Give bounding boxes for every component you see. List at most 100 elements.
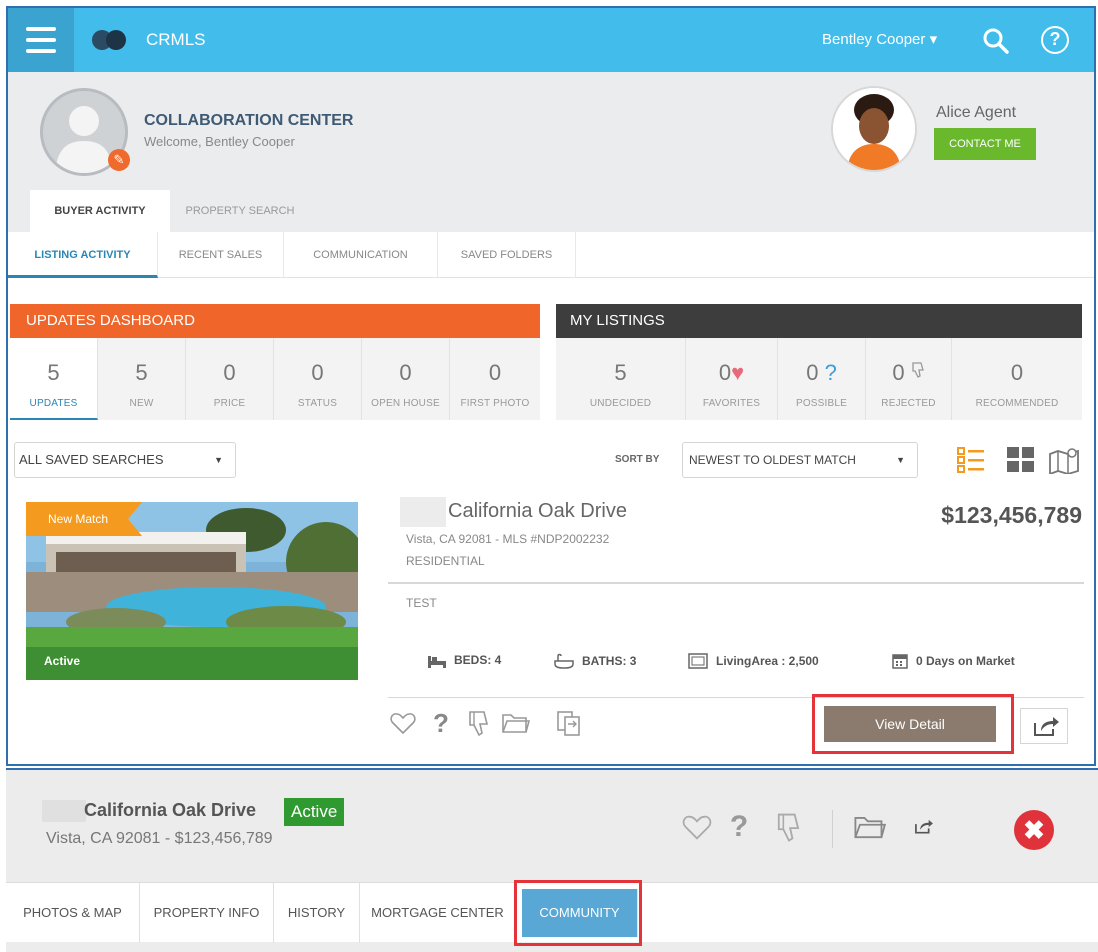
tab-communication[interactable]: COMMUNICATION	[284, 232, 438, 278]
sort-select[interactable]: NEWEST TO OLDEST MATCH ▼	[682, 442, 918, 478]
listing-price: $123,456,789	[941, 502, 1082, 528]
thumbs-down-icon[interactable]	[772, 810, 806, 844]
living-area-value: LivingArea : 2,500	[716, 654, 819, 668]
chevron-down-icon: ▼	[214, 455, 223, 465]
stat-label: REJECTED	[881, 398, 936, 409]
possible-question-icon[interactable]: ?	[426, 708, 456, 738]
tab-history[interactable]: HISTORY	[274, 883, 360, 943]
agent-avatar	[831, 86, 917, 172]
redacted-block	[42, 800, 86, 822]
crm-frame: CRMLS Bentley Cooper ▾ ? ✎ COLLABORATION…	[6, 6, 1096, 766]
stat-new[interactable]: 5 NEW	[98, 338, 186, 420]
grid-view-icon[interactable]	[1006, 446, 1036, 474]
calendar-icon	[892, 654, 908, 669]
listing-city-mls: Vista, CA 92081 - MLS #NDP2002232	[406, 532, 610, 546]
detail-address: California Oak Drive	[84, 800, 257, 820]
updates-dashboard-title: UPDATES DASHBOARD	[10, 304, 540, 338]
folder-icon[interactable]	[500, 708, 531, 738]
sort-label: SORT BY	[615, 454, 660, 465]
menu-icon[interactable]	[8, 8, 74, 72]
stat-label: UPDATES	[29, 398, 78, 409]
stat-favorites[interactable]: 0♥ FAVORITES	[686, 338, 778, 420]
baths-value: BATHS: 3	[582, 654, 637, 668]
stat-label: FIRST PHOTO	[460, 398, 530, 409]
bed-icon	[428, 656, 446, 668]
tab-recent-sales[interactable]: RECENT SALES	[158, 232, 284, 278]
possible-question-icon[interactable]: ?	[722, 810, 756, 844]
map-view-icon[interactable]	[1048, 446, 1080, 476]
heart-icon: ♥	[731, 360, 745, 385]
stat-label: POSSIBLE	[795, 398, 848, 409]
stat-value: 0	[488, 360, 502, 385]
sort-value: NEWEST TO OLDEST MATCH	[689, 453, 856, 467]
top-bar: CRMLS Bentley Cooper ▾ ?	[8, 8, 1094, 72]
share-icon[interactable]	[906, 810, 940, 844]
folder-icon[interactable]	[852, 810, 887, 844]
tab-property-search[interactable]: PROPERTY SEARCH	[170, 190, 310, 232]
saved-searches-value: ALL SAVED SEARCHES	[19, 452, 164, 467]
living-area-feature: LivingArea : 2,500	[688, 653, 819, 669]
question-icon: ?	[824, 360, 837, 385]
stat-first-photo[interactable]: 0 FIRST PHOTO	[450, 338, 540, 420]
beds-feature: BEDS: 4	[428, 653, 501, 668]
divider	[388, 582, 1084, 584]
days-on-market-value: 0 Days on Market	[916, 654, 1015, 668]
favorite-heart-icon[interactable]	[388, 708, 418, 738]
stat-recommended[interactable]: 0 RECOMMENDED	[952, 338, 1082, 420]
collaboration-header: ✎ COLLABORATION CENTER Welcome, Bentley …	[8, 72, 1094, 232]
stat-value: 5	[47, 360, 60, 385]
status-badge: Active	[284, 798, 345, 826]
stat-open-house[interactable]: 0 OPEN HOUSE	[362, 338, 450, 420]
highlight-box	[514, 880, 642, 946]
stat-value: 0	[399, 360, 412, 385]
tab-buyer-activity[interactable]: BUYER ACTIVITY	[30, 190, 170, 232]
stat-value: 0	[718, 360, 732, 385]
stat-price[interactable]: 0 PRICE	[186, 338, 274, 420]
saved-searches-select[interactable]: ALL SAVED SEARCHES ▼	[14, 442, 236, 478]
stat-value: 5	[135, 360, 148, 385]
welcome-text: Welcome, Bentley Cooper	[144, 134, 295, 149]
stat-possible[interactable]: 0 ? POSSIBLE	[778, 338, 866, 420]
redacted-block	[400, 497, 446, 527]
compare-icon[interactable]	[554, 708, 584, 738]
stat-status[interactable]: 0 STATUS	[274, 338, 362, 420]
new-match-badge: New Match	[26, 502, 142, 536]
stat-updates[interactable]: 5 UPDATES	[10, 338, 98, 420]
listing-subtabs: LISTING ACTIVITY RECENT SALES COMMUNICAT…	[8, 232, 1094, 278]
share-button[interactable]	[1020, 708, 1068, 744]
listing-address[interactable]: California Oak Drive	[448, 500, 627, 523]
view-detail-button[interactable]: View Detail	[824, 706, 996, 742]
tab-saved-folders[interactable]: SAVED FOLDERS	[438, 232, 576, 278]
listing-type: RESIDENTIAL	[406, 554, 485, 568]
contact-me-button[interactable]: CONTACT ME	[934, 128, 1036, 160]
help-icon[interactable]: ?	[1041, 26, 1069, 54]
stat-value: 0	[1010, 360, 1024, 385]
user-menu[interactable]: Bentley Cooper ▾	[822, 30, 937, 48]
stat-label: NEW	[129, 398, 154, 409]
search-icon[interactable]	[981, 26, 1011, 56]
stat-value: 0	[806, 360, 819, 385]
stat-label: FAVORITES	[702, 398, 761, 409]
tab-listing-activity[interactable]: LISTING ACTIVITY	[8, 232, 158, 278]
stat-value: 0	[311, 360, 324, 385]
property-detail-panel: California Oak Drive Active Vista, CA 92…	[6, 768, 1098, 952]
tab-mortgage-center[interactable]: MORTGAGE CENTER	[360, 883, 516, 943]
favorite-heart-icon[interactable]	[680, 810, 714, 844]
app-title: CRMLS	[146, 30, 206, 49]
stat-label: PRICE	[213, 398, 246, 409]
stat-rejected[interactable]: 0 REJECTED	[866, 338, 952, 420]
photo-status-label: Active	[44, 654, 81, 668]
stat-label: RECOMMENDED	[975, 398, 1059, 409]
stat-undecided[interactable]: 5 UNDECIDED	[556, 338, 686, 420]
share-icon	[1034, 717, 1059, 736]
days-on-market-feature: 0 Days on Market	[892, 653, 1015, 669]
edit-avatar-icon[interactable]: ✎	[108, 149, 130, 171]
close-icon[interactable]: ✖	[1014, 810, 1054, 850]
tab-property-info[interactable]: PROPERTY INFO	[140, 883, 274, 943]
tab-photos-map[interactable]: PHOTOS & MAP	[6, 883, 140, 943]
listing-remarks: TEST	[406, 596, 437, 610]
thumbs-down-icon[interactable]	[464, 708, 494, 738]
my-listings-title: MY LISTINGS	[556, 304, 1082, 338]
stat-label: OPEN HOUSE	[371, 398, 440, 409]
list-view-icon[interactable]	[956, 446, 988, 474]
